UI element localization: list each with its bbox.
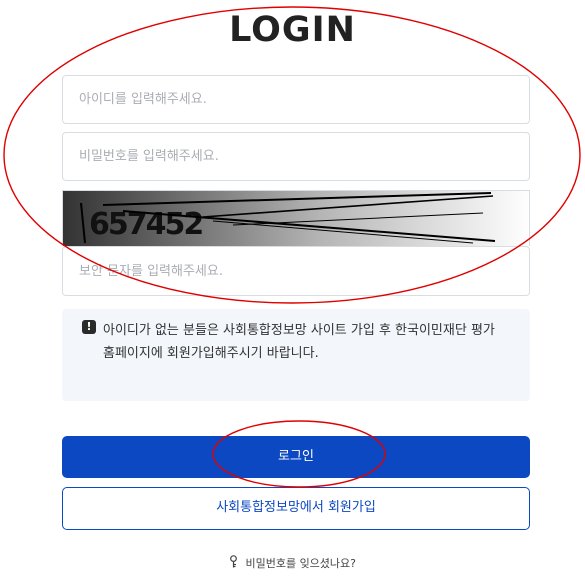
- id-input[interactable]: [62, 75, 530, 124]
- notice-text: 아이디가 없는 분들은 사회통합정보망 사이트 가입 후 한국이민재단 평가 홈…: [103, 323, 495, 361]
- login-button[interactable]: 로그인: [62, 436, 530, 478]
- page-title: LOGIN: [229, 10, 356, 50]
- signup-notice: ! 아이디가 없는 분들은 사회통합정보망 사이트 가입 후 한국이민재단 평가…: [62, 309, 530, 401]
- exclamation-icon: !: [82, 320, 96, 334]
- forgot-password-label: 비밀번호를 잊으셨나요?: [245, 557, 357, 570]
- captcha-graphic: 657452: [63, 191, 529, 246]
- key-icon: [229, 555, 238, 571]
- captcha-image: 657452: [62, 190, 530, 246]
- captcha-input[interactable]: [62, 246, 530, 296]
- forgot-password-link[interactable]: 비밀번호를 잊으셨나요?: [0, 555, 585, 571]
- password-input[interactable]: [62, 132, 530, 181]
- join-button[interactable]: 사회통합정보망에서 회원가입: [62, 487, 530, 530]
